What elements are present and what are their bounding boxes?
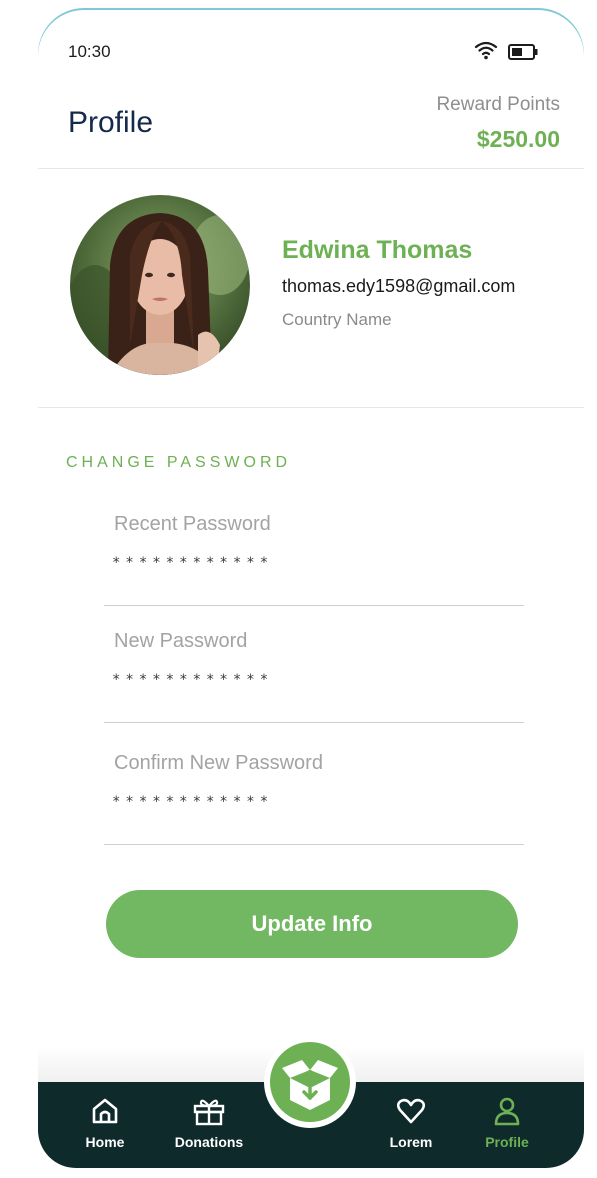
tab-label: Donations bbox=[174, 1134, 244, 1150]
recent-password-field[interactable]: Recent Password ************ bbox=[104, 513, 524, 606]
confirm-password-input[interactable]: ************ bbox=[112, 794, 273, 810]
header-divider bbox=[38, 168, 584, 169]
reward-points-value: $250.00 bbox=[476, 126, 560, 152]
user-country: Country Name bbox=[282, 310, 392, 329]
avatar[interactable] bbox=[70, 195, 250, 375]
heart-icon bbox=[396, 1098, 426, 1124]
change-password-title: CHANGE PASSWORD bbox=[66, 454, 292, 471]
phone-screen: 10:30 Profile Reward Points $250.00 Edwi… bbox=[38, 10, 584, 1168]
new-password-field[interactable]: New Password ************ bbox=[104, 630, 524, 723]
confirm-password-field[interactable]: Confirm New Password ************ bbox=[104, 752, 524, 845]
open-box-icon bbox=[282, 1060, 338, 1110]
tab-donations[interactable]: Donations bbox=[164, 1096, 254, 1150]
user-email: thomas.edy1598@gmail.com bbox=[282, 276, 516, 296]
wifi-icon bbox=[474, 41, 498, 60]
tab-profile[interactable]: Profile bbox=[462, 1096, 552, 1150]
tab-label: Lorem bbox=[389, 1134, 433, 1150]
home-icon bbox=[92, 1098, 118, 1124]
new-password-input[interactable]: ************ bbox=[112, 672, 273, 688]
user-name: Edwina Thomas bbox=[282, 236, 473, 264]
page-title: Profile bbox=[68, 106, 154, 139]
field-label: Recent Password bbox=[114, 513, 271, 535]
battery-icon bbox=[508, 44, 538, 60]
tab-lorem[interactable]: Lorem bbox=[366, 1096, 456, 1150]
reward-points-label: Reward Points bbox=[436, 94, 560, 115]
avatar-photo bbox=[70, 195, 250, 375]
field-label: New Password bbox=[114, 630, 248, 652]
center-action-circle bbox=[270, 1042, 350, 1122]
field-label: Confirm New Password bbox=[114, 752, 323, 774]
center-action-button[interactable] bbox=[264, 1036, 356, 1128]
profile-divider bbox=[38, 407, 584, 408]
update-info-button[interactable]: Update Info bbox=[106, 890, 518, 958]
user-icon bbox=[494, 1097, 520, 1126]
tab-home[interactable]: Home bbox=[60, 1096, 150, 1150]
gift-icon bbox=[193, 1099, 225, 1126]
tab-label: Home bbox=[85, 1134, 125, 1150]
recent-password-input[interactable]: ************ bbox=[112, 555, 273, 571]
tab-label: Profile bbox=[485, 1134, 529, 1150]
status-time: 10:30 bbox=[68, 42, 111, 61]
